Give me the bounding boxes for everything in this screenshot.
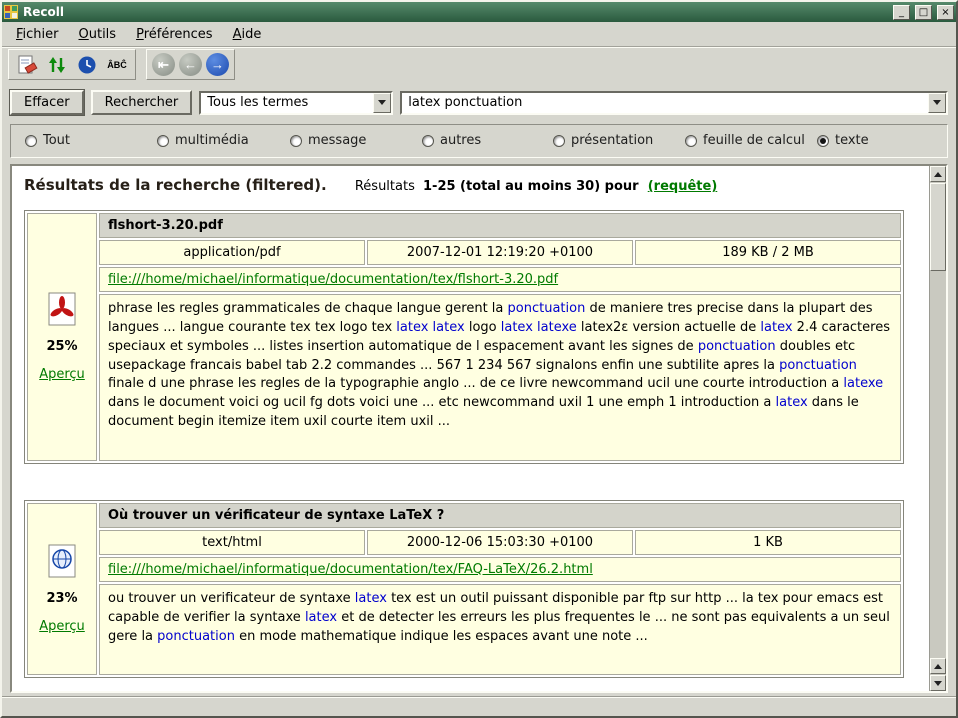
filter-label: message <box>308 133 366 148</box>
category-filter-bar: Tout multimédia message autres présentat… <box>10 124 948 158</box>
menu-outils[interactable]: Outils <box>71 24 125 45</box>
status-bar <box>2 696 956 716</box>
radio-icon[interactable] <box>157 135 169 147</box>
scroll-thumb[interactable] <box>930 183 946 271</box>
snippet-text: ou trouver un verificateur de syntaxe la… <box>99 584 901 676</box>
scroll-down-icon[interactable] <box>930 675 946 691</box>
filter-label: texte <box>835 133 869 148</box>
menu-aide[interactable]: Aide <box>225 24 270 45</box>
filter-label: Tout <box>43 133 70 148</box>
result-item: 23% Aperçu Où trouver un vérificateur de… <box>24 500 904 679</box>
doc-url-link[interactable]: file:///home/michael/informatique/docume… <box>108 272 558 287</box>
filter-radio-presentation[interactable]: présentation <box>553 133 653 148</box>
pdf-file-icon <box>47 292 77 326</box>
radio-icon[interactable] <box>290 135 302 147</box>
mime-type: application/pdf <box>99 240 365 265</box>
vertical-scrollbar[interactable] <box>929 166 946 691</box>
radio-icon[interactable] <box>685 135 697 147</box>
filter-radio-multimedia[interactable]: multimédia <box>157 133 249 148</box>
result-side-panel: 25% Aperçu <box>27 213 97 461</box>
title-bar: Recoll _ □ × <box>2 2 956 22</box>
preview-link[interactable]: Aperçu <box>39 367 85 382</box>
query-link[interactable]: (requête) <box>648 179 718 194</box>
query-input[interactable]: latex ponctuation <box>402 93 928 113</box>
maximize-button[interactable]: □ <box>915 5 932 20</box>
filter-label: présentation <box>571 133 653 148</box>
term-explorer-icon[interactable]: ÂBĈ <box>104 52 130 77</box>
filter-label: feuille de calcul <box>703 133 805 148</box>
menu-preferences[interactable]: Préférences <box>128 24 220 45</box>
close-button[interactable]: × <box>937 5 954 20</box>
doc-size: 1 KB <box>635 530 901 555</box>
toolbar-nav-group: ⇤ ← → <box>146 49 235 80</box>
results-pane: Résultats de la recherche (filtered). Ré… <box>10 164 948 693</box>
radio-icon[interactable] <box>422 135 434 147</box>
results-range: 1-25 (total au moins 30) pour <box>423 179 639 194</box>
result-details: flshort-3.20.pdf application/pdf 2007-12… <box>99 213 901 461</box>
result-title: flshort-3.20.pdf <box>99 213 901 238</box>
results-count-prefix: Résultats <box>355 179 415 194</box>
query-combobox[interactable]: latex ponctuation <box>400 91 948 115</box>
window-title: Recoll <box>23 5 888 19</box>
filter-radio-feuille-de-calcul[interactable]: feuille de calcul <box>685 133 805 148</box>
scroll-up-icon[interactable] <box>930 658 946 674</box>
search-mode-value: Tous les termes <box>201 93 373 113</box>
result-url-row: file:///home/michael/informatique/docume… <box>99 267 901 292</box>
filter-radio-tout[interactable]: Tout <box>25 133 70 148</box>
search-bar: Effacer Rechercher Tous les termes latex… <box>2 82 956 121</box>
scroll-up-icon[interactable] <box>930 166 946 182</box>
doc-history-icon[interactable] <box>74 52 100 77</box>
chevron-down-icon[interactable] <box>928 93 946 113</box>
sort-by-date-icon[interactable] <box>44 52 70 77</box>
results-title: Résultats de la recherche (filtered). <box>24 176 327 194</box>
doc-size: 189 KB / 2 MB <box>635 240 901 265</box>
radio-icon[interactable] <box>553 135 565 147</box>
clear-button[interactable]: Effacer <box>10 90 84 115</box>
first-page-icon[interactable]: ⇤ <box>152 53 175 76</box>
radio-icon[interactable] <box>817 135 829 147</box>
menu-fichier[interactable]: Fichier <box>8 24 67 45</box>
result-url-row: file:///home/michael/informatique/docume… <box>99 557 901 582</box>
filter-radio-message[interactable]: message <box>290 133 366 148</box>
relevance-score: 23% <box>46 591 77 606</box>
results-header: Résultats de la recherche (filtered). Ré… <box>20 174 916 206</box>
search-button[interactable]: Rechercher <box>91 90 193 115</box>
term-explorer-label: ÂBĈ <box>107 60 127 70</box>
result-meta-row: text/html 2000-12-06 15:03:30 +0100 1 KB <box>99 530 901 555</box>
next-page-icon[interactable]: → <box>206 53 229 76</box>
doc-url-link[interactable]: file:///home/michael/informatique/docume… <box>108 562 593 577</box>
menu-bar: Fichier Outils Préférences Aide <box>2 22 956 47</box>
app-icon <box>4 5 18 19</box>
result-details: Où trouver un vérificateur de syntaxe La… <box>99 503 901 676</box>
toolbar: ÂBĈ ⇤ ← → <box>2 47 956 82</box>
filter-radio-autres[interactable]: autres <box>422 133 481 148</box>
result-item: 25% Aperçu flshort-3.20.pdf application/… <box>24 210 904 464</box>
relevance-score: 25% <box>46 339 77 354</box>
filter-label: autres <box>440 133 481 148</box>
prev-page-icon[interactable]: ← <box>179 53 202 76</box>
snippet-text: phrase les regles grammaticales de chaqu… <box>99 294 901 461</box>
result-title: Où trouver un vérificateur de syntaxe La… <box>99 503 901 528</box>
html-file-icon <box>47 544 77 578</box>
filter-label: multimédia <box>175 133 249 148</box>
clear-search-icon[interactable] <box>14 52 40 77</box>
doc-date: 2000-12-06 15:03:30 +0100 <box>367 530 633 555</box>
filter-radio-texte[interactable]: texte <box>817 133 869 148</box>
chevron-down-icon[interactable] <box>373 93 391 113</box>
minimize-button[interactable]: _ <box>893 5 910 20</box>
preview-link[interactable]: Aperçu <box>39 619 85 634</box>
results-summary: Résultats 1-25 (total au moins 30) pour … <box>355 179 717 194</box>
search-mode-select[interactable]: Tous les termes <box>199 91 393 115</box>
radio-icon[interactable] <box>25 135 37 147</box>
mime-type: text/html <box>99 530 365 555</box>
toolbar-actions-group: ÂBĈ <box>8 49 136 80</box>
doc-date: 2007-12-01 12:19:20 +0100 <box>367 240 633 265</box>
result-side-panel: 23% Aperçu <box>27 503 97 676</box>
recoll-window: Recoll _ □ × Fichier Outils Préférences … <box>0 0 958 718</box>
result-meta-row: application/pdf 2007-12-01 12:19:20 +010… <box>99 240 901 265</box>
